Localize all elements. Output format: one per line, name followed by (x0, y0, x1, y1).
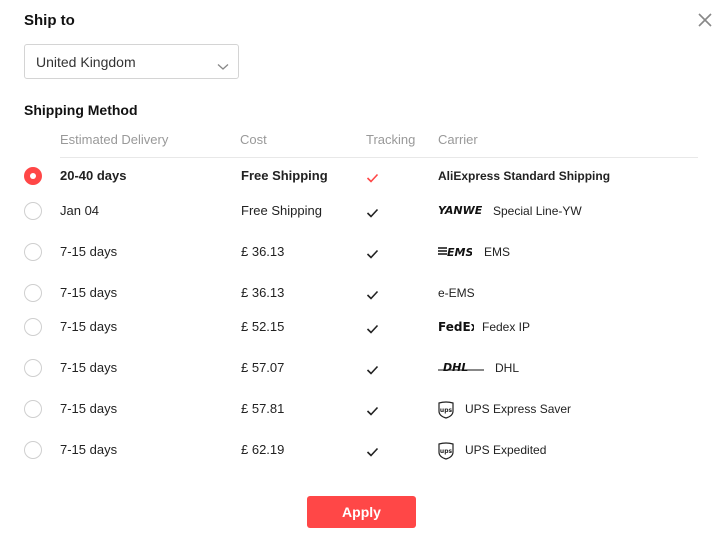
shipping-option-row[interactable]: 7-15 days £ 57.07 DHL DHL (0, 358, 721, 394)
chevron-down-icon (217, 58, 229, 76)
shipping-option-row[interactable]: 7-15 days £ 52.15 FedEx Fedex IP (0, 317, 721, 353)
close-icon[interactable] (696, 11, 714, 29)
tracking-check-icon (366, 287, 379, 305)
shipping-option-row[interactable]: Jan 04 Free Shipping YANWEN Special Line-YW (0, 201, 721, 237)
tracking-check-icon (366, 403, 379, 421)
shipping-option-row[interactable]: 7-15 days £ 62.19 ups UPS Expedited (0, 440, 721, 476)
carrier-name: Special Line-YW (493, 204, 582, 218)
shipping-option-row[interactable]: 7-15 days £ 36.13 EMS EMS (0, 242, 721, 278)
shipping-cost: £ 52.15 (241, 319, 285, 334)
carrier-name: DHL (495, 361, 520, 375)
carrier-name: Fedex IP (482, 320, 531, 334)
tracking-check-icon (366, 205, 379, 223)
header-divider (60, 157, 698, 158)
carrier-name: UPS Expedited (465, 443, 547, 457)
ups-logo: ups (438, 442, 454, 460)
column-header-delivery: Estimated Delivery (60, 132, 169, 147)
shipping-option-row[interactable]: 7-15 days £ 57.81 ups UPS Express Saver (0, 399, 721, 435)
shipping-option-row[interactable]: 7-15 days £ 36.13 e-EMS (0, 283, 721, 319)
estimated-delivery: 7-15 days (60, 319, 118, 334)
shipping-option-radio[interactable] (24, 167, 42, 185)
estimated-delivery: 7-15 days (60, 360, 118, 375)
shipping-cost: £ 36.13 (241, 285, 285, 300)
shipping-option-radio[interactable] (24, 284, 42, 302)
carrier-name: UPS Express Saver (465, 402, 572, 416)
carrier-name: AliExpress Standard Shipping (438, 169, 611, 183)
carrier-name: e-EMS (438, 286, 475, 300)
column-header-tracking: Tracking (366, 132, 416, 147)
shipping-option-radio[interactable] (24, 359, 42, 377)
column-header-carrier: Carrier (438, 132, 478, 147)
shipping-cost: £ 57.81 (241, 401, 285, 416)
estimated-delivery: 7-15 days (60, 285, 118, 300)
estimated-delivery: 7-15 days (60, 401, 118, 416)
shipping-option-row[interactable]: 20-40 days Free Shipping AliExpress Standa… (0, 166, 721, 202)
shipping-option-radio[interactable] (24, 441, 42, 459)
carrier-name: EMS (484, 245, 511, 259)
estimated-delivery: 7-15 days (60, 244, 118, 259)
country-select-value: United Kingdom (36, 54, 136, 70)
tracking-check-icon (366, 246, 379, 264)
country-select[interactable]: United Kingdom (24, 44, 239, 79)
ups-logo: ups (438, 401, 454, 419)
shipping-cost: £ 62.19 (241, 442, 285, 457)
column-header-cost: Cost (240, 132, 267, 147)
shipping-cost: Free Shipping (241, 168, 328, 183)
tracking-check-icon (366, 444, 379, 462)
estimated-delivery: 7-15 days (60, 442, 118, 457)
shipping-cost: Free Shipping (241, 203, 322, 218)
dialog-title: Ship to (24, 12, 75, 29)
svg-text:EMS: EMS (447, 246, 472, 258)
ems-logo: EMS (438, 244, 473, 260)
shipping-option-radio[interactable] (24, 243, 42, 261)
shipping-option-radio[interactable] (24, 202, 42, 220)
tracking-check-icon (366, 362, 379, 380)
estimated-delivery: 20-40 days (60, 168, 127, 183)
shipping-option-radio[interactable] (24, 400, 42, 418)
yanwen-logo: YANWEN (438, 203, 492, 219)
shipping-method-title: Shipping Method (24, 102, 138, 118)
estimated-delivery: Jan 04 (60, 203, 100, 218)
tracking-check-icon (366, 321, 379, 339)
shipping-option-radio[interactable] (24, 318, 42, 336)
shipping-cost: £ 57.07 (241, 360, 285, 375)
tracking-check-icon (366, 170, 379, 188)
fedex-logo: FedEx (438, 319, 479, 335)
dhl-logo: DHL (438, 360, 484, 376)
svg-text:ups: ups (440, 407, 453, 414)
svg-text:ups: ups (440, 448, 453, 455)
apply-button[interactable]: Apply (307, 496, 416, 528)
svg-text:DHL: DHL (443, 361, 468, 374)
svg-text:FedEx: FedEx (438, 320, 474, 333)
svg-text:YANWEN: YANWEN (438, 204, 482, 217)
shipping-cost: £ 36.13 (241, 244, 285, 259)
